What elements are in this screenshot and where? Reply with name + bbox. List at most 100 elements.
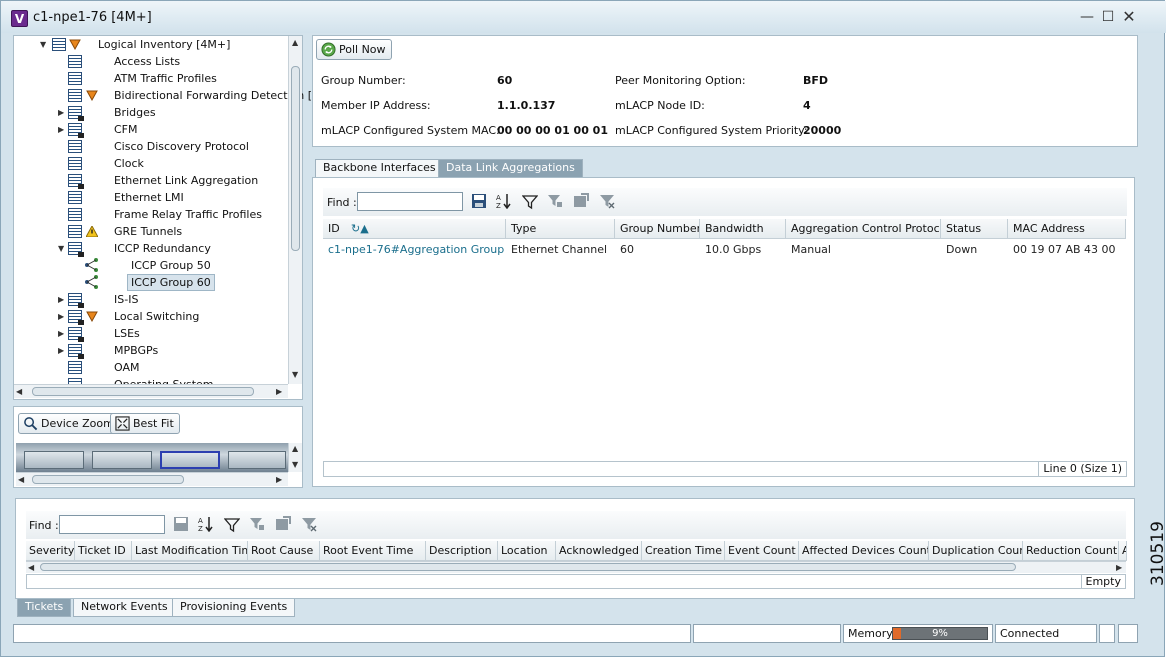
scroll-right-icon[interactable]: ▶ [1116,563,1122,573]
device-zoom-button[interactable]: Device Zoom [18,413,120,434]
scroll-up-icon[interactable]: ▲ [292,444,298,454]
device-viewport[interactable] [160,451,220,469]
collapse-icon[interactable]: ▼ [58,240,64,257]
poll-now-button[interactable]: Poll Now [316,39,392,60]
column-header-0[interactable]: ID ↻▲ [323,219,506,239]
scroll-down-icon[interactable]: ▼ [292,370,298,380]
expand-icon[interactable]: ▶ [58,308,64,325]
device-thumbnail[interactable] [16,443,288,472]
ticket-column-header-10[interactable]: Affected Devices Count [799,541,929,561]
table-icon [68,72,82,85]
app-icon: V [11,10,28,27]
table-icon [68,157,82,170]
tree-hscroll-thumb[interactable] [32,387,254,396]
tickets-horizontal-scrollbar[interactable]: ◀ ▶ [26,561,1126,573]
export-icon[interactable] [573,193,589,209]
filter-icon[interactable] [522,194,538,210]
ticket-column-header-1[interactable]: Ticket ID [75,541,132,561]
ticket-column-header-3[interactable]: Root Cause [248,541,320,561]
ticket-column-header-0[interactable]: Severity [26,541,75,561]
scroll-left-icon[interactable]: ◀ [28,563,34,573]
tab-backbone-interfaces[interactable]: Backbone Interfaces [315,159,444,177]
ticket-column-header-9[interactable]: Event Count [725,541,799,561]
tree-item-label: OAM [114,361,140,374]
sort-icon[interactable]: AZ [198,516,214,532]
svg-text:Z: Z [496,202,501,209]
tree-item-label: MPBGPs [114,344,159,357]
clear-filter-icon[interactable] [599,193,615,209]
collapse-icon[interactable]: ▼ [40,36,46,53]
tickets-find-input[interactable] [59,515,165,534]
ticket-column-header-7[interactable]: Acknowledged [556,541,642,561]
scroll-right-icon[interactable]: ▶ [276,475,282,485]
column-header-2[interactable]: Group Number [615,219,700,239]
column-header-1[interactable]: Type [506,219,615,239]
table-icon [68,106,84,121]
tree-item-label: GRE Tunnels [114,225,183,238]
filter-icon[interactable] [224,517,240,533]
find-input[interactable] [357,192,463,211]
ticket-column-header-12[interactable]: Reduction Count [1023,541,1119,561]
sort-icon[interactable]: AZ [496,193,512,209]
best-fit-button[interactable]: Best Fit [110,413,180,434]
svg-text:Z: Z [198,525,203,532]
zoom-vertical-scrollbar[interactable]: ▲ ▼ [288,443,302,472]
column-header-label: Bandwidth [705,222,764,235]
advanced-filter-icon[interactable] [547,193,563,209]
column-header-4[interactable]: Aggregation Control Protocol [786,219,941,239]
table-icon [68,191,82,204]
expand-icon[interactable]: ▶ [58,121,64,138]
sort-refresh-icon[interactable]: ↻▲ [351,219,369,238]
maximize-icon[interactable]: ☐ [1100,9,1116,25]
tickets-panel: Find : AZ Severity Ticket ID Last Modifica… [15,498,1135,599]
clear-filter-icon[interactable] [301,516,317,532]
aggregation-id-link[interactable]: c1-npe1-76#Aggregation Group 60 [323,240,506,260]
tree-vertical-scrollbar[interactable]: ▲ ▼ [288,36,302,384]
zoom-horizontal-scrollbar[interactable]: ◀ ▶ [16,472,288,486]
save-icon[interactable] [173,516,189,532]
column-header-label: ID [328,222,340,235]
ticket-column-header-2[interactable]: Last Modification Time [132,541,248,561]
column-header-3[interactable]: Bandwidth [700,219,786,239]
advanced-filter-icon[interactable] [249,516,265,532]
minimize-icon[interactable]: — [1079,9,1095,25]
table-icon [68,208,82,221]
scroll-right-icon[interactable]: ▶ [276,387,282,397]
ticket-column-header-5[interactable]: Description [426,541,498,561]
alarm-icon [69,39,81,50]
ticket-column-header-6[interactable]: Location [498,541,556,561]
scroll-up-icon[interactable]: ▲ [292,38,298,48]
close-icon[interactable]: ✕ [1121,9,1137,25]
ticket-column-header-8[interactable]: Creation Time [642,541,725,561]
svg-text:A: A [496,194,501,202]
refresh-icon [321,42,336,57]
device-slot [228,451,286,469]
system-mac-value: 00 00 00 01 00 01 [497,124,608,137]
table-cell: Ethernet Channel [511,243,608,256]
tree-horizontal-scrollbar[interactable]: ◀ ▶ [14,384,288,398]
zoom-hscroll-thumb[interactable] [32,475,184,484]
ticket-column-header-11[interactable]: Duplication Count [929,541,1023,561]
export-icon[interactable] [275,516,291,532]
tab-data-link-aggregations[interactable]: Data Link Aggregations [438,159,583,177]
tab-network-events[interactable]: Network Events [73,599,176,617]
memory-bar: 9% [892,627,988,640]
expand-icon[interactable]: ▶ [58,342,64,359]
peer-monitoring-label: Peer Monitoring Option: [615,74,746,87]
tab-tickets[interactable]: Tickets [17,599,72,617]
expand-icon[interactable]: ▶ [58,325,64,342]
tree-scroll-thumb[interactable] [291,66,300,251]
tab-provisioning-events[interactable]: Provisioning Events [172,599,296,617]
tickets-hscroll-thumb[interactable] [40,563,1016,571]
line-count: Line 0 (Size 1) [1038,461,1126,477]
scroll-left-icon[interactable]: ◀ [16,387,22,397]
expand-icon[interactable]: ▶ [58,291,64,308]
column-header-6[interactable]: MAC Address [1008,219,1126,239]
expand-icon[interactable]: ▶ [58,104,64,121]
ticket-column-header-4[interactable]: Root Event Time [320,541,426,561]
column-header-5[interactable]: Status [941,219,1008,239]
ticket-column-header-13[interactable]: A [1119,541,1127,561]
scroll-left-icon[interactable]: ◀ [18,475,24,485]
save-icon[interactable] [471,193,487,209]
scroll-down-icon[interactable]: ▼ [292,460,298,470]
